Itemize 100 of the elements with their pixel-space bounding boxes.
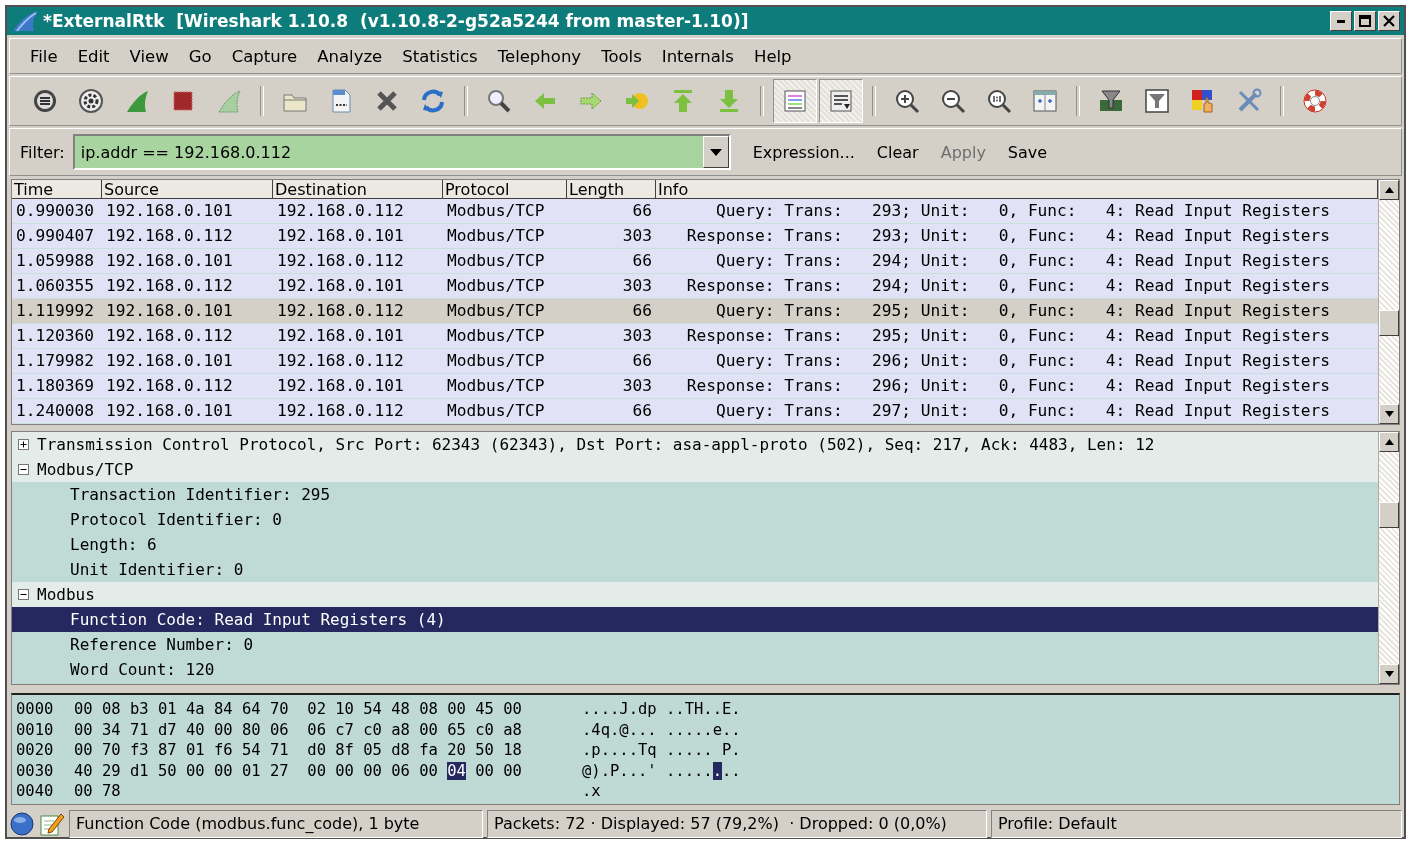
tree-item[interactable]: Unit Identifier: 0 [12,557,1378,582]
table-cell-text: 192.168.0.112 [276,250,405,272]
packet-row[interactable]: 1.059988 192.168.0.101 192.168.0.112 Modbus/TCP 66 Query: Trans: 294; Unit: 0, Func: 4: Read Input Registers [12,249,1378,274]
menu-item[interactable]: Edit [69,44,118,68]
hex-bytes: 00 00 [474,761,522,780]
ascii-text: .. [722,761,741,780]
table-cell-text: 303 [621,225,653,247]
menu-item[interactable]: Go [180,44,220,68]
table-cell-text: 1.179982 [15,350,95,372]
packet-row[interactable]: 0.990030 192.168.0.101 192.168.0.112 Modbus/TCP 66 Query: Trans: 293; Unit: 0, Func: 4: Read Input Registers [12,199,1378,224]
table-cell-text: Response: Trans: 296; Unit: 0, Func: 4: Read Input Registers [685,375,1331,397]
funnel-icon [1144,88,1170,114]
profile-label[interactable]: Profile: Default [991,810,1402,838]
lifebuoy-icon [1302,88,1328,114]
tree-item[interactable]: Reference Number: 0 [12,632,1378,657]
menu-item[interactable]: Statistics [394,44,486,68]
packet-row[interactable]: 1.240008 192.168.0.101 192.168.0.112 Modbus/TCP 66 Query: Trans: 297; Unit: 0, Func: 4: Read Input Registers [12,399,1378,424]
status-orb-icon[interactable] [9,811,35,837]
funnel-icon [1098,88,1124,114]
minimize-button[interactable] [1330,11,1352,31]
up-arrow-icon [1384,439,1394,445]
hex-offset: 0030 [16,761,55,780]
menu-item[interactable]: Telephony [489,44,590,68]
table-cell-text: 192.168.0.112 [105,375,234,397]
hex-bytes: 00 34 71 d7 40 00 80 06 06 c7 c0 a8 00 65 c0 a8 [74,720,522,739]
scroll-up-button[interactable] [1379,432,1399,452]
filter-button[interactable]: Clear [876,142,919,162]
table-cell-text: Modbus/TCP [446,400,546,422]
collapse-icon[interactable] [18,589,29,600]
table-cell-text: 192.168.0.101 [276,275,405,297]
menu-item[interactable]: Internals [653,44,742,68]
hex-bytes: 00 70 f3 87 01 f6 54 71 d0 8f 05 d8 fa 20 50 18 [74,741,522,760]
tree-item[interactable]: Transmission Control Protocol, Src Port: 62343 (62343), Dst Port: asa-appl-proto (502), Seq: 217, Ack: 4483, Len: 12 [12,432,1378,457]
table-cell-text: 192.168.0.101 [105,200,234,222]
table-cell-text: 192.168.0.101 [276,225,405,247]
menu-item[interactable]: Tools [593,44,650,68]
tree-item[interactable]: Length: 6 [12,532,1378,557]
ascii-text: ....J.dp ..TH..E. [582,700,741,719]
close-button[interactable] [1378,11,1400,31]
hex-offset: 0010 [16,720,55,739]
table-cell-text: Response: Trans: 294; Unit: 0, Func: 4: Read Input Registers [685,275,1331,297]
scrollbar[interactable] [1378,180,1399,424]
tree-item[interactable]: Transaction Identifier: 295 [12,482,1378,507]
table-cell-text: 192.168.0.101 [105,400,234,422]
tree-item[interactable]: Protocol Identifier: 0 [12,507,1378,532]
table-cell-text: 303 [621,275,653,297]
table-cell-text: 192.168.0.112 [105,225,234,247]
tree-item[interactable]: Modbus [12,582,1378,607]
table-cell-text: Query: Trans: 297; Unit: 0, Func: 4: Read Input Registers [715,400,1331,422]
expand-icon[interactable] [18,439,29,450]
packet-row[interactable]: 1.120360 192.168.0.112 192.168.0.101 Modbus/TCP 303 Response: Trans: 295; Unit: 0, Func: 4: Read Input Registers [12,324,1378,349]
table-cell-text: Modbus/TCP [446,375,546,397]
dropdown-button[interactable] [702,136,729,168]
table-cell-text: 192.168.0.112 [276,400,405,422]
maximize-button[interactable] [1354,11,1376,31]
table-cell-text: Modbus/TCP [446,225,546,247]
table-cell-text: 66 [631,250,653,272]
filter-button[interactable]: Expression... [752,142,855,162]
table-cell-text: 1.059988 [15,250,95,272]
table-cell-text: Modbus/TCP [446,325,546,347]
selected-char: . [712,761,722,780]
table-cell-text: 192.168.0.101 [276,325,405,347]
shark-fin-icon [216,88,242,114]
tree-item[interactable]: Modbus/TCP [12,457,1378,482]
packet-row[interactable]: 1.060355 192.168.0.112 192.168.0.101 Modbus/TCP 303 Response: Trans: 294; Unit: 0, Func: 4: Read Input Registers [12,274,1378,299]
collapse-icon[interactable] [18,464,29,475]
shark-fin-icon [11,10,39,32]
tree-item[interactable]: Word Count: 120 [12,657,1378,682]
zoom-out-icon [940,88,966,114]
table-cell-text: 192.168.0.112 [276,300,405,322]
filter-button[interactable]: Save [1007,142,1048,162]
list-icon [32,88,58,114]
ascii-text: .x [582,782,601,801]
menu-item[interactable]: Help [745,44,800,68]
scrollbar-thumb[interactable] [1379,502,1399,528]
scroll-down-button[interactable] [1379,664,1399,684]
gear-icon [78,88,104,114]
menu-item[interactable]: Capture [223,44,306,68]
packet-row[interactable]: 1.180369 192.168.0.112 192.168.0.101 Modbus/TCP 303 Response: Trans: 296; Unit: 0, Func: 4: Read Input Registers [12,374,1378,399]
packet-row[interactable]: 1.119992 192.168.0.101 192.168.0.112 Modbus/TCP 66 Query: Trans: 295; Unit: 0, Func: 4: Read Input Registers [12,299,1378,324]
table-cell-text: Modbus/TCP [446,200,546,222]
packet-row[interactable]: 0.990407 192.168.0.112 192.168.0.101 Modbus/TCP 303 Response: Trans: 293; Unit: 0, Func: 4: Read Input Registers [12,224,1378,249]
table-cell-text: Response: Trans: 293; Unit: 0, Func: 4: Read Input Registers [685,225,1331,247]
scroll-up-button[interactable] [1379,180,1399,200]
menu-item[interactable]: File [22,44,66,68]
packet-row[interactable]: 1.179982 192.168.0.101 192.168.0.112 Modbus/TCP 66 Query: Trans: 296; Unit: 0, Func: 4: Read Input Registers [12,349,1378,374]
scrollbar[interactable] [1378,432,1399,684]
menu-item[interactable]: Analyze [309,44,391,68]
scroll-down-button[interactable] [1379,404,1399,424]
table-cell-text: 303 [621,375,653,397]
toolbar-button[interactable] [819,79,863,123]
scrollbar-thumb[interactable] [1379,310,1399,336]
menu-item[interactable]: View [121,44,177,68]
tree-item[interactable]: Function Code: Read Input Registers (4) [12,607,1378,632]
search-icon [486,88,512,114]
filter-field[interactable]: ip.addr == 192.168.0.112 [72,134,731,170]
pencil-note-icon[interactable] [39,811,65,837]
table-cell-text: 192.168.0.101 [105,300,234,322]
scrolling-list-icon [828,88,854,114]
magnifier-icon [986,88,1012,114]
